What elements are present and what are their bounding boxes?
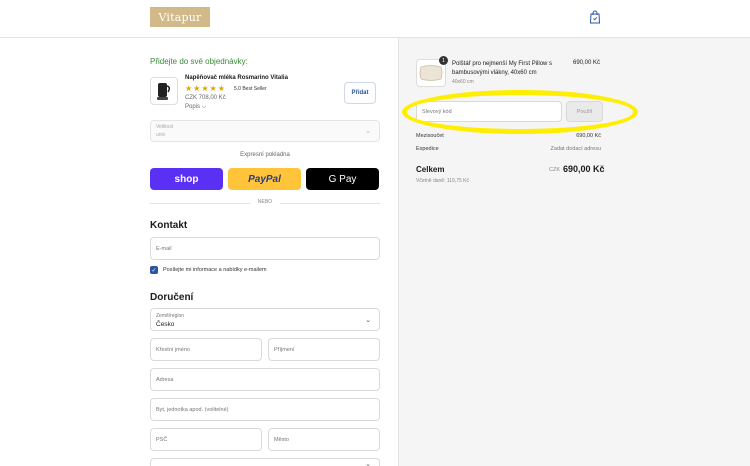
country-select[interactable]: Země/region Česko ⌄ bbox=[150, 308, 380, 331]
address-placeholder: Adresa bbox=[156, 377, 174, 383]
first-name-field[interactable]: Křestní jméno bbox=[150, 338, 262, 361]
or-divider: NEBO bbox=[150, 198, 380, 208]
subtotal-row: Mezisoučet 690,00 Kč bbox=[416, 133, 601, 139]
zip-placeholder: PSČ bbox=[156, 437, 168, 443]
first-name-placeholder: Křestní jméno bbox=[156, 347, 190, 353]
last-name-placeholder: Příjmení bbox=[274, 347, 295, 353]
rating-text: 5.0 Best Seller bbox=[234, 86, 267, 92]
cart-product-variant: 40x60 cm bbox=[452, 79, 474, 85]
or-label: NEBO bbox=[257, 199, 273, 205]
email-field[interactable]: E-mail bbox=[150, 237, 380, 260]
next-field[interactable]: ⌄ bbox=[150, 458, 380, 466]
shopping-bag-icon[interactable] bbox=[589, 10, 601, 24]
country-label: Země/region bbox=[156, 313, 185, 319]
store-logo[interactable]: Vitapur bbox=[150, 7, 210, 27]
variant-value: univ bbox=[156, 132, 166, 138]
newsletter-label: Posílejte mi informace a nabídky e-maile… bbox=[163, 267, 267, 273]
apply-discount-button[interactable]: Použít bbox=[566, 101, 603, 122]
shipping-label: Expedice bbox=[416, 146, 439, 152]
upsell-variant-select[interactable]: Velikost univ ⌄ bbox=[150, 120, 380, 142]
country-value: Česko bbox=[156, 321, 175, 328]
upsell-heading: Přidejte do své objednávky: bbox=[150, 57, 248, 66]
shipping-value: Zadat dodací adresu bbox=[550, 146, 601, 152]
google-pay-button[interactable]: G Pay bbox=[306, 168, 379, 190]
upsell-card: Napěňovač mléka Rosmarino Vitalia ★★★★★ … bbox=[150, 73, 380, 115]
zip-field[interactable]: PSČ bbox=[150, 428, 262, 451]
last-name-field[interactable]: Příjmení bbox=[268, 338, 380, 361]
add-upsell-button[interactable]: Přidat bbox=[344, 82, 376, 104]
chevron-down-icon: ⌄ bbox=[365, 461, 371, 466]
variant-label: Velikost bbox=[156, 124, 174, 130]
upsell-price: CZK 708,00 Kč bbox=[185, 95, 226, 101]
city-field[interactable]: Město bbox=[268, 428, 380, 451]
star-rating-icon: ★★★★★ bbox=[185, 84, 226, 93]
total-currency: CZK bbox=[549, 167, 560, 173]
address-field[interactable]: Adresa bbox=[150, 368, 380, 391]
apartment-field[interactable]: Byt, jednotka apod. (volitelné) bbox=[150, 398, 380, 421]
city-placeholder: Město bbox=[274, 437, 289, 443]
pillow-icon bbox=[419, 65, 443, 81]
upsell-product-name: Napěňovač mléka Rosmarino Vitalia bbox=[185, 75, 288, 81]
chevron-down-icon: ⌄ bbox=[365, 128, 371, 135]
discount-placeholder: Slevový kód bbox=[422, 109, 452, 115]
milk-frother-icon bbox=[157, 83, 171, 100]
cart-product-price: 690,00 Kč bbox=[573, 60, 601, 66]
shipping-row: Expedice Zadat dodací adresu bbox=[416, 146, 601, 152]
total-value: 690,00 Kč bbox=[563, 164, 605, 174]
cart-product-name: Polštář pro nejmenší My First Pillow s b… bbox=[452, 61, 553, 76]
tax-note: Včetně daně: 119,75 Kč bbox=[416, 178, 470, 184]
newsletter-checkbox[interactable]: ✓ bbox=[150, 266, 158, 274]
express-checkout-label: Expresní pokladna bbox=[240, 152, 290, 158]
subtotal-value: 690,00 Kč bbox=[576, 133, 601, 139]
total-label: Celkem bbox=[416, 165, 445, 174]
email-placeholder: E-mail bbox=[156, 246, 172, 252]
chevron-down-icon: ⌄ bbox=[365, 317, 371, 324]
upsell-product-image bbox=[150, 77, 178, 105]
subtotal-label: Mezisoučet bbox=[416, 133, 444, 139]
shop-pay-button[interactable]: shop bbox=[150, 168, 223, 190]
discount-code-input[interactable]: Slevový kód bbox=[416, 101, 562, 122]
header-bar: Vitapur bbox=[0, 0, 750, 38]
quantity-badge: 1 bbox=[439, 56, 448, 65]
contact-heading: Kontakt bbox=[150, 220, 188, 231]
delivery-heading: Doručení bbox=[150, 292, 194, 303]
apartment-placeholder: Byt, jednotka apod. (volitelné) bbox=[156, 407, 229, 413]
upsell-description-toggle[interactable]: Popis ⌵ bbox=[185, 104, 206, 111]
paypal-button[interactable]: PayPal bbox=[228, 168, 301, 190]
